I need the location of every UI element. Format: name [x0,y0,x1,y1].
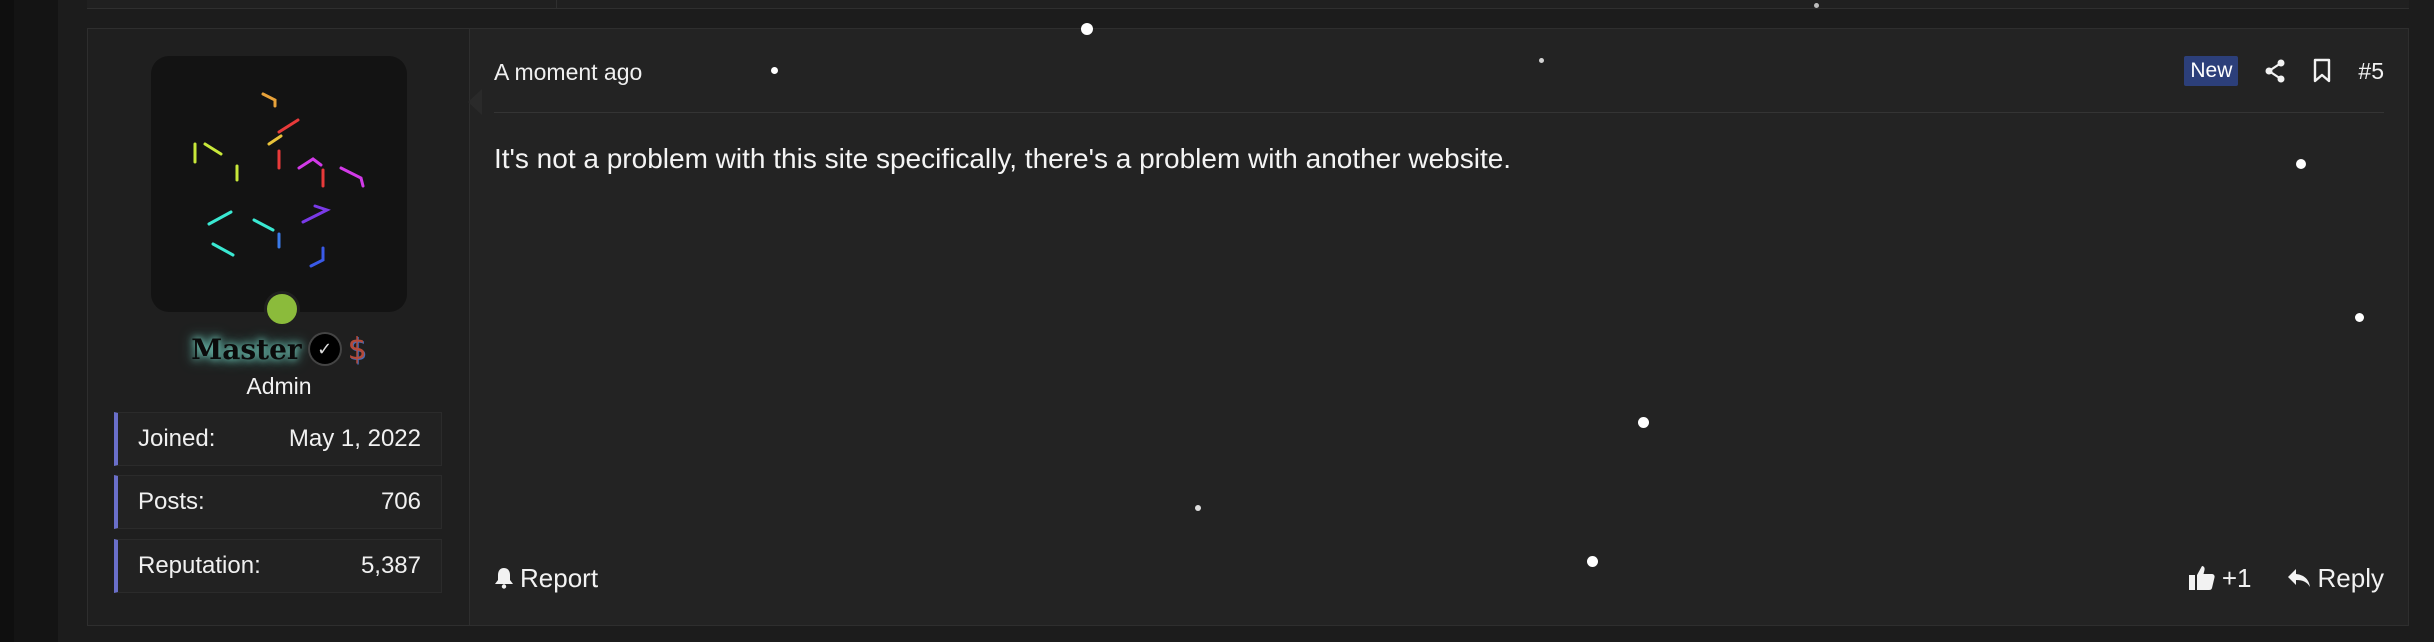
left-gutter-edge [0,0,14,642]
reply-icon [2287,569,2310,587]
post-number-link[interactable]: #5 [2358,58,2384,85]
snow-particle [2355,313,2364,322]
check-badge-icon: ✓ [309,334,340,364]
user-role: Admin [246,373,312,399]
stat-posts: Posts: 706 [114,475,442,529]
stat-value: May 1, 2022 [288,425,421,452]
post-date[interactable]: A moment ago [494,59,642,86]
snow-particle [771,67,778,74]
snow-particle [1587,556,1598,567]
user-info-column: Master ✓ $ Admin Joined: May 1, 2022 Pos… [88,29,470,625]
post-footer: Report +1 Reply [494,553,2384,603]
bookmark-icon[interactable] [2312,58,2332,84]
stat-reputation: Reputation: 5,387 [114,539,442,593]
like-button[interactable]: +1 [2188,563,2252,594]
bell-icon [495,568,513,589]
previous-post-edge [87,0,2409,9]
online-status-indicator [264,291,300,327]
left-gutter [0,0,58,642]
stat-label: Joined: [138,425,216,452]
stat-label: Reputation: [138,552,261,579]
stat-value: 706 [380,488,421,515]
snow-particle [1814,3,1819,8]
post-header-actions: New #5 [2184,53,2384,89]
forum-post: Master ✓ $ Admin Joined: May 1, 2022 Pos… [87,28,2409,626]
share-icon[interactable] [2264,59,2286,83]
previous-post-divider [556,0,557,8]
dollar-icon: $ [347,331,367,367]
username[interactable]: Master [191,333,301,366]
stat-value: 5,387 [360,552,421,579]
thumbs-up-icon [2188,566,2215,590]
snow-particle [1539,58,1544,63]
stat-label: Posts: [138,488,205,515]
stat-joined: Joined: May 1, 2022 [114,412,442,466]
avatar[interactable] [151,56,407,312]
report-label: Report [520,562,599,593]
snow-particle [2296,159,2306,169]
snow-particle [1195,505,1201,511]
like-count: +1 [2221,562,2252,593]
avatar-art-icon [193,92,365,268]
footer-right: +1 Reply [2188,563,2384,594]
reply-button[interactable]: Reply [2286,563,2384,594]
new-badge: New [2184,56,2239,86]
snow-particle [1638,417,1649,428]
reply-label: Reply [2317,562,2384,593]
report-button[interactable]: Report [494,563,598,594]
snow-particle [1081,23,1093,35]
footer-left: Report [494,563,598,594]
post-message: It's not a problem with this site specif… [494,143,1512,174]
username-row: Master ✓ $ [88,329,470,369]
post-main: A moment ago New #5 It's not a problem w… [470,29,2408,625]
